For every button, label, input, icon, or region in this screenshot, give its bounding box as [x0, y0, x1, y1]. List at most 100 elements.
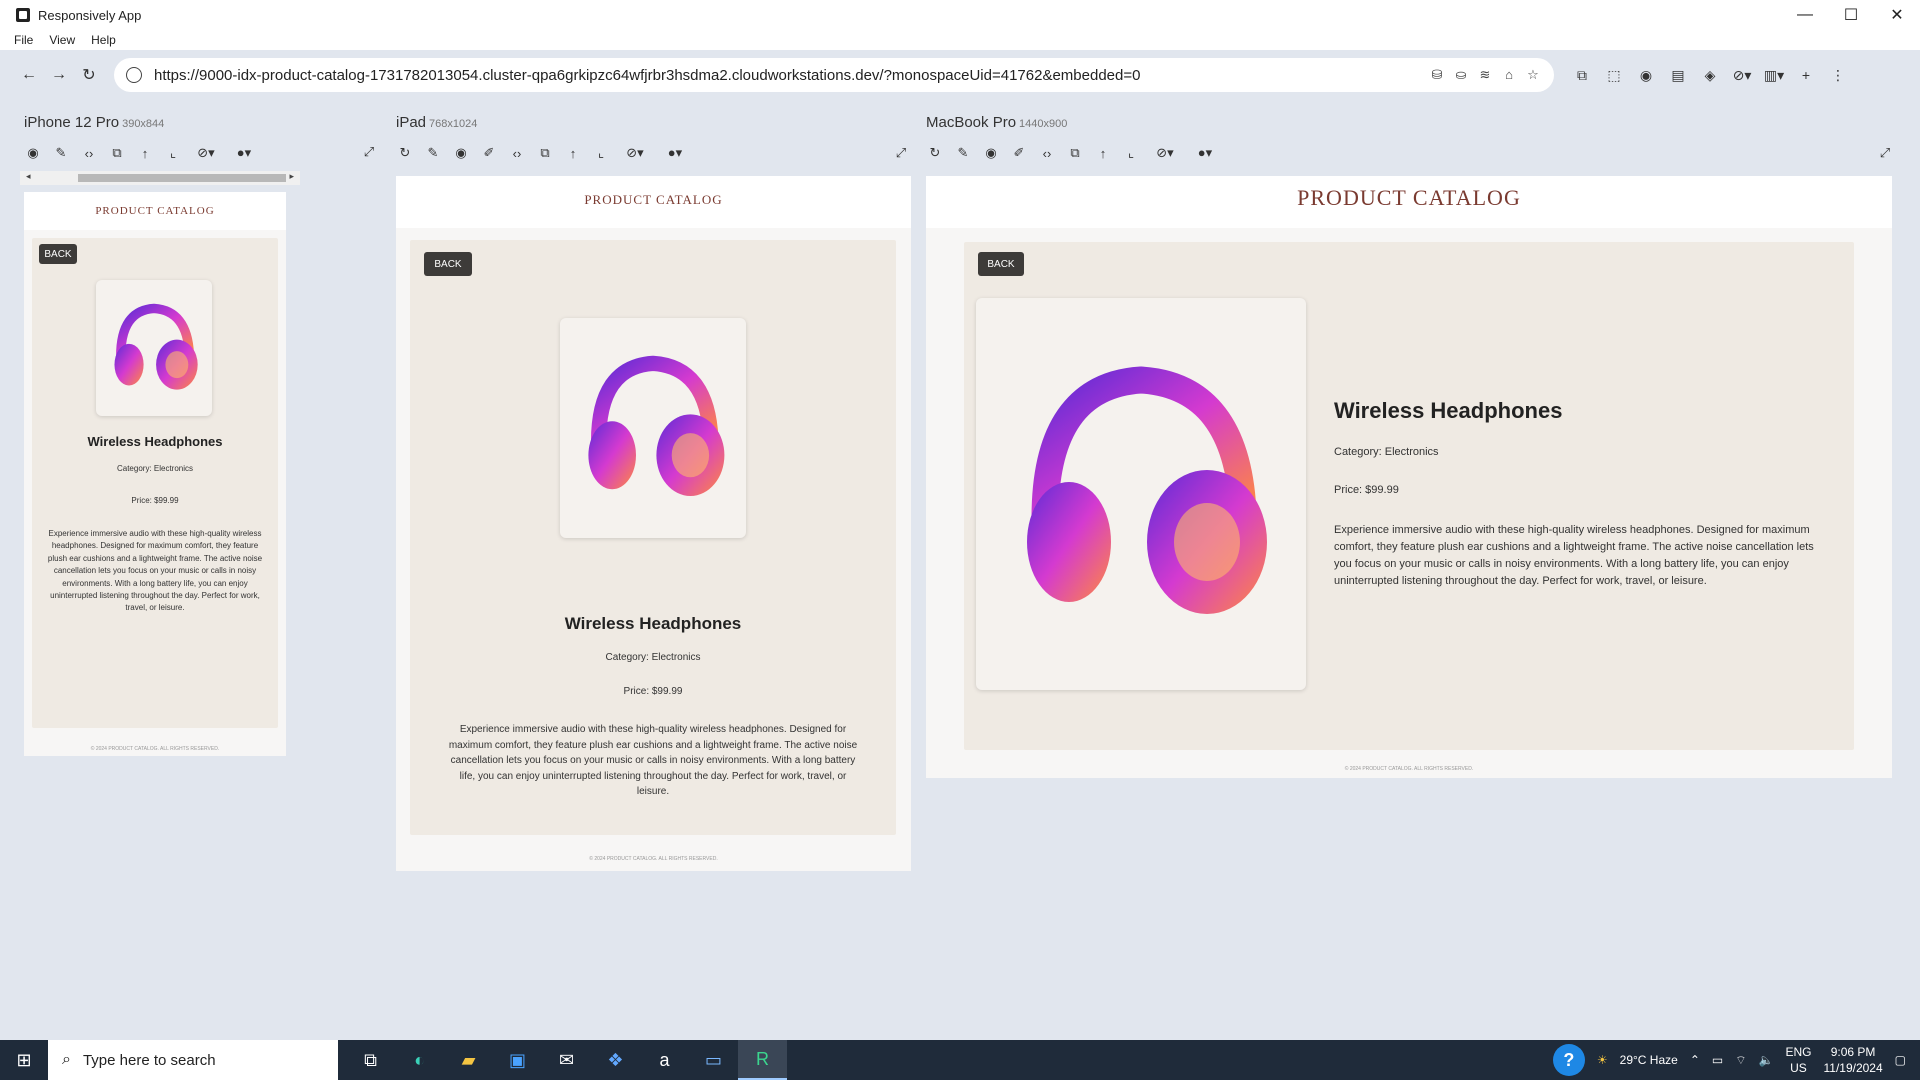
edit-icon[interactable]: ✎: [424, 145, 442, 161]
address-bar[interactable]: https://9000-idx-product-catalog-1731782…: [114, 58, 1554, 92]
edge-icon[interactable]: ◐: [395, 1040, 444, 1080]
url-text[interactable]: https://9000-idx-product-catalog-1731782…: [154, 67, 1428, 84]
taskbar: ⊞ ⌕ Type here to search ⧉ ◐ ▰ ▣ ✉ ❖ a ▭ …: [0, 1040, 1920, 1080]
back-button[interactable]: BACK: [424, 252, 472, 276]
code-icon[interactable]: ‹›: [80, 146, 98, 161]
battery-icon[interactable]: ▭: [1712, 1053, 1723, 1067]
menu-help[interactable]: Help: [91, 33, 116, 47]
screenshot-icon[interactable]: ◉: [452, 145, 470, 161]
scroll-top-icon[interactable]: ↑: [136, 146, 154, 161]
layers-icon[interactable]: ◈: [1698, 67, 1722, 84]
forward-arrow-icon[interactable]: →: [44, 60, 74, 90]
color-icon[interactable]: ●▾: [230, 145, 258, 161]
volume-icon[interactable]: 🔈: [1759, 1053, 1774, 1067]
region-code: US: [1790, 1061, 1807, 1075]
expand-icon[interactable]: ⤢: [1876, 145, 1894, 161]
product-category: Category: Electronics: [1334, 446, 1439, 458]
color-icon[interactable]: ●▾: [660, 145, 690, 161]
hide-icon[interactable]: ⊘▾: [1150, 145, 1180, 161]
menu-file[interactable]: File: [14, 33, 33, 47]
help-icon[interactable]: ?: [1552, 1044, 1585, 1076]
windows-start-icon[interactable]: ⊞: [0, 1040, 48, 1080]
device-name: MacBook Pro: [926, 114, 1017, 131]
expand-icon[interactable]: ⤢: [360, 144, 378, 160]
back-button[interactable]: BACK: [39, 244, 77, 264]
headphones-icon: [114, 303, 198, 390]
eyedropper-icon[interactable]: ✐: [480, 145, 498, 161]
hide-icon[interactable]: ⊘▾: [620, 145, 650, 161]
product-price: Price: $99.99: [623, 686, 683, 697]
scroll-left-icon[interactable]: ◂: [26, 171, 31, 182]
screenshot-icon[interactable]: ◉: [24, 145, 42, 161]
rotate-icon[interactable]: ⧉: [108, 145, 126, 161]
minimize-button[interactable]: —: [1782, 0, 1828, 30]
eyedropper-icon[interactable]: ✎: [52, 145, 70, 161]
horizontal-scrollbar[interactable]: ◂ ▸: [20, 171, 300, 185]
site-footer: © 2024 PRODUCT CATALOG. ALL RIGHTS RESER…: [90, 746, 220, 752]
clock[interactable]: 9:06 PM 11/19/2024: [1823, 1044, 1882, 1076]
network-icon[interactable]: ≋: [1476, 67, 1494, 83]
language-indicator[interactable]: ENG US: [1785, 1044, 1811, 1076]
color-icon[interactable]: ●▾: [1190, 145, 1220, 161]
macbook-viewport: PRODUCT CATALOG BACK Wireless Headphones…: [926, 176, 1892, 778]
screenshot-icon[interactable]: ◉: [982, 145, 1000, 161]
ruler-icon[interactable]: ⌞: [592, 145, 610, 161]
rotate-icon[interactable]: ⧉: [1066, 145, 1084, 161]
reload-icon[interactable]: ↻: [396, 145, 414, 161]
inspect-icon[interactable]: ⬚: [1602, 67, 1626, 84]
notifications-icon[interactable]: ▢: [1895, 1053, 1906, 1067]
layout-icon[interactable]: ▥▾: [1762, 67, 1786, 84]
task-view-icon[interactable]: ⧉: [346, 1040, 395, 1080]
scroll-top-icon[interactable]: ↑: [564, 146, 582, 161]
rotate-devices-icon[interactable]: ⧉: [1570, 67, 1594, 84]
amazon-icon[interactable]: a: [640, 1040, 689, 1080]
reload-icon[interactable]: ↻: [74, 60, 104, 90]
more-icon[interactable]: ⋮: [1826, 67, 1850, 84]
maximize-button[interactable]: ☐: [1828, 0, 1874, 30]
code-icon[interactable]: ‹›: [1038, 146, 1056, 161]
mail-icon[interactable]: ✉: [542, 1040, 591, 1080]
scroll-top-icon[interactable]: ↑: [1094, 146, 1112, 161]
menu-view[interactable]: View: [49, 33, 75, 47]
product-title: Wireless Headphones: [564, 614, 742, 633]
back-arrow-icon[interactable]: ←: [14, 60, 44, 90]
site-header: PRODUCT CATALOG: [24, 192, 286, 230]
product-description: Experience immersive audio with these hi…: [448, 724, 858, 797]
screenshot-icon[interactable]: ◉: [1634, 67, 1658, 84]
weather-text[interactable]: 29°C Haze: [1620, 1053, 1678, 1067]
product-card: BACK Wireless Headphones Category: Elect…: [410, 240, 896, 835]
clear-cache-icon[interactable]: ⛀: [1452, 67, 1470, 83]
code-icon[interactable]: ‹›: [508, 146, 526, 161]
chevron-up-icon[interactable]: ⌃: [1690, 1053, 1700, 1067]
ruler-icon[interactable]: ⌞: [164, 145, 182, 161]
product-price: Price: $99.99: [1334, 484, 1399, 496]
device-toolbar: ↻ ✎ ◉ ✐ ‹› ⧉ ↑ ⌞ ⊘▾ ●▾ ⤢: [926, 136, 1894, 170]
responsively-app-icon[interactable]: R: [738, 1040, 787, 1080]
hide-icon[interactable]: ⊘▾: [1730, 67, 1754, 84]
ruler-icon[interactable]: ⌞: [1122, 145, 1140, 161]
scroll-thumb[interactable]: [78, 174, 286, 182]
taskbar-search[interactable]: ⌕ Type here to search: [48, 1040, 338, 1080]
close-button[interactable]: ✕: [1874, 0, 1920, 30]
document-icon[interactable]: ▤: [1666, 67, 1690, 84]
scroll-right-icon[interactable]: ▸: [289, 171, 294, 182]
home-icon[interactable]: ⌂: [1500, 67, 1518, 83]
store-icon[interactable]: ▣: [493, 1040, 542, 1080]
expand-icon[interactable]: ⤢: [892, 145, 910, 161]
rotate-icon[interactable]: ⧉: [536, 145, 554, 161]
hide-icon[interactable]: ⊘▾: [192, 145, 220, 161]
edit-icon[interactable]: ✎: [954, 145, 972, 161]
eyedropper-icon[interactable]: ✐: [1010, 145, 1028, 161]
device-title: iPhone 12 Pro 390x844: [24, 114, 378, 136]
add-icon[interactable]: +: [1794, 67, 1818, 84]
search-placeholder[interactable]: Type here to search: [83, 1052, 216, 1069]
title-bar: Responsively App — ☐ ✕: [0, 0, 1920, 30]
remote-desktop-icon[interactable]: ▭: [689, 1040, 738, 1080]
file-explorer-icon[interactable]: ▰: [444, 1040, 493, 1080]
star-icon[interactable]: ☆: [1524, 67, 1542, 83]
wifi-icon[interactable]: ⌔: [1735, 1053, 1746, 1068]
back-button[interactable]: BACK: [978, 252, 1024, 276]
dropbox-icon[interactable]: ❖: [591, 1040, 640, 1080]
clear-storage-icon[interactable]: ⛁: [1428, 67, 1446, 83]
reload-icon[interactable]: ↻: [926, 145, 944, 161]
